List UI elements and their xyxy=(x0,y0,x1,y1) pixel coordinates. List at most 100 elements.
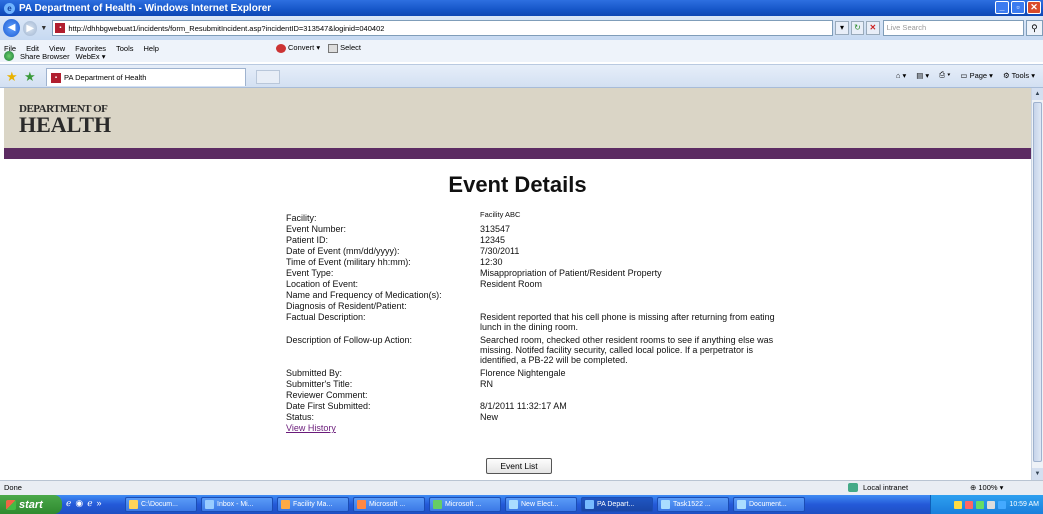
tray-icon[interactable] xyxy=(954,500,963,509)
view-history-link[interactable]: View History xyxy=(286,423,336,433)
address-url: http://dhhbgwebuat1/incidents/form_Resub… xyxy=(68,23,385,33)
zoom-label: 100% xyxy=(978,483,998,492)
purple-divider xyxy=(4,148,1031,159)
windows-flag-icon xyxy=(6,499,16,510)
mail-icon xyxy=(205,500,214,509)
zone-label: Local intranet xyxy=(863,483,909,492)
value-event-number: 313547 xyxy=(480,224,511,234)
quick-launch-outlook-icon[interactable]: ◉ xyxy=(75,498,83,509)
print-icon[interactable]: ⎙ ▾ xyxy=(939,70,950,80)
tray-icon[interactable] xyxy=(965,500,974,509)
value-submitted-by: Florence Nightengale xyxy=(480,368,566,378)
start-label: start xyxy=(19,498,43,511)
close-button[interactable]: ✕ xyxy=(1027,1,1041,14)
address-bar-row: ◀ ▶ ▼ ▪ http://dhhbgwebuat1/incidents/fo… xyxy=(0,16,1043,40)
zoom-control[interactable]: ⊕ 100% ▾ xyxy=(970,483,1003,492)
menu-tools[interactable]: Tools xyxy=(116,44,134,53)
add-favorites-icon[interactable]: ★ xyxy=(24,69,36,85)
quick-launch-more-icon[interactable]: » xyxy=(97,498,102,509)
start-button[interactable]: start xyxy=(0,495,62,514)
back-button[interactable]: ◀ xyxy=(3,19,21,37)
convert-label: Convert xyxy=(288,43,315,52)
folder-icon xyxy=(129,500,138,509)
ie-logo-icon: e xyxy=(4,2,15,14)
task-inbox[interactable]: Inbox - Mi... xyxy=(201,497,273,512)
header-banner: DEPARTMENT OF HEALTH xyxy=(4,88,1031,148)
task-label: Facility Ma... xyxy=(293,501,333,508)
search-input[interactable]: Live Search xyxy=(882,20,1024,36)
taskbar-buttons: C:\Docum... Inbox - Mi... Facility Ma...… xyxy=(125,497,805,512)
logo-line2: HEALTH xyxy=(19,112,112,137)
address-input[interactable]: ▪ http://dhhbgwebuat1/incidents/form_Res… xyxy=(52,20,834,36)
label-location: Location of Event: xyxy=(286,279,359,289)
value-event-type: Misappropriation of Patient/Resident Pro… xyxy=(480,268,662,278)
stop-button[interactable]: ✕ xyxy=(866,21,880,35)
tray-icon[interactable] xyxy=(987,500,996,509)
value-follow-up: Searched room, checked other resident ro… xyxy=(480,335,774,365)
feeds-icon[interactable]: ▤ ▾ xyxy=(916,71,929,80)
vertical-scrollbar[interactable]: ▲ ▼ xyxy=(1031,88,1043,480)
task-pa-depart[interactable]: PA Depart... xyxy=(581,497,653,512)
document-icon xyxy=(661,500,670,509)
select-button[interactable]: Select xyxy=(328,43,361,53)
convert-button[interactable]: Convert ▾ xyxy=(276,43,320,53)
convert-icon xyxy=(276,43,286,53)
tray-icon[interactable] xyxy=(998,500,1007,509)
page-menu-label: Page xyxy=(969,70,988,80)
scroll-up-arrow-icon[interactable]: ▲ xyxy=(1032,88,1043,100)
tray-icon[interactable] xyxy=(976,500,985,509)
event-list-button[interactable]: Event List xyxy=(486,458,552,474)
quick-launch-ie-icon[interactable]: ℯ xyxy=(66,498,71,509)
minimize-button[interactable]: _ xyxy=(995,1,1009,14)
task-explorer[interactable]: C:\Docum... xyxy=(125,497,197,512)
label-reviewer-comment: Reviewer Comment: xyxy=(286,390,368,400)
label-patient-id: Patient ID: xyxy=(286,235,329,245)
value-submitter-title: RN xyxy=(480,379,493,389)
task-task1522[interactable]: Task1522 ... xyxy=(657,497,729,512)
address-dropdown-icon[interactable]: ▾ xyxy=(835,21,849,35)
page-title: Event Details xyxy=(448,172,587,197)
menu-bar: File Edit View Favorites Tools Help Conv… xyxy=(0,40,1043,62)
task-facility[interactable]: Facility Ma... xyxy=(277,497,349,512)
task-microsoft-2[interactable]: Microsoft ... xyxy=(429,497,501,512)
task-new-elect[interactable]: New Elect... xyxy=(505,497,577,512)
value-factual-description: Resident reported that his cell phone is… xyxy=(480,312,775,332)
task-label: Microsoft ... xyxy=(445,501,482,508)
share-bar: Share Browser WebEx ▾ xyxy=(4,51,106,61)
scrollbar-thumb[interactable] xyxy=(1033,102,1042,462)
label-medication: Name and Frequency of Medication(s): xyxy=(286,290,442,300)
favorites-star-icon[interactable]: ★ xyxy=(6,69,18,85)
search-icon[interactable]: ⚲ xyxy=(1025,20,1043,36)
task-document[interactable]: Document... xyxy=(733,497,805,512)
label-facility: Facility: xyxy=(286,213,317,223)
scroll-down-arrow-icon[interactable]: ▼ xyxy=(1032,468,1043,480)
new-tab-button[interactable] xyxy=(256,70,280,84)
menu-help[interactable]: Help xyxy=(144,44,159,53)
window-title-bar: e PA Department of Health - Windows Inte… xyxy=(0,0,1043,16)
share-browser-button[interactable]: Share Browser xyxy=(20,52,70,61)
quick-launch: ℯ ◉ ℯ » xyxy=(66,498,102,509)
task-microsoft-1[interactable]: Microsoft ... xyxy=(353,497,425,512)
label-status: Status: xyxy=(286,412,315,422)
forward-button[interactable]: ▶ xyxy=(23,20,38,36)
label-event-number: Event Number: xyxy=(286,224,347,234)
tab-pa-department[interactable]: ▪ PA Department of Health xyxy=(46,68,246,86)
page-menu-button[interactable]: ▭ Page ▾ xyxy=(960,71,993,80)
value-location: Resident Room xyxy=(480,279,543,289)
window-title: PA Department of Health - Windows Intern… xyxy=(19,2,272,14)
maximize-button[interactable]: ▫ xyxy=(1011,1,1025,14)
webex-button[interactable]: WebEx ▾ xyxy=(76,52,106,61)
task-label: Task1522 ... xyxy=(673,501,711,508)
tools-menu-button[interactable]: ⚙ Tools ▾ xyxy=(1003,71,1035,80)
tools-menu-label: Tools xyxy=(1011,70,1030,80)
intranet-icon xyxy=(848,483,858,492)
select-icon xyxy=(328,43,339,53)
security-zone: Local intranet xyxy=(848,483,908,492)
label-date-of-event: Date of Event (mm/dd/yyyy): xyxy=(286,246,400,256)
label-diagnosis: Diagnosis of Resident/Patient: xyxy=(286,301,407,311)
refresh-button[interactable]: ↻ xyxy=(850,21,865,35)
home-icon[interactable]: ⌂ ▾ xyxy=(896,71,906,80)
history-dropdown-icon[interactable]: ▼ xyxy=(40,25,47,32)
quick-launch-ie2-icon[interactable]: ℯ xyxy=(87,498,92,509)
tab-bar: ★ ★ ▪ PA Department of Health ⌂ ▾ ▤ ▾ ⎙ … xyxy=(0,64,1043,88)
